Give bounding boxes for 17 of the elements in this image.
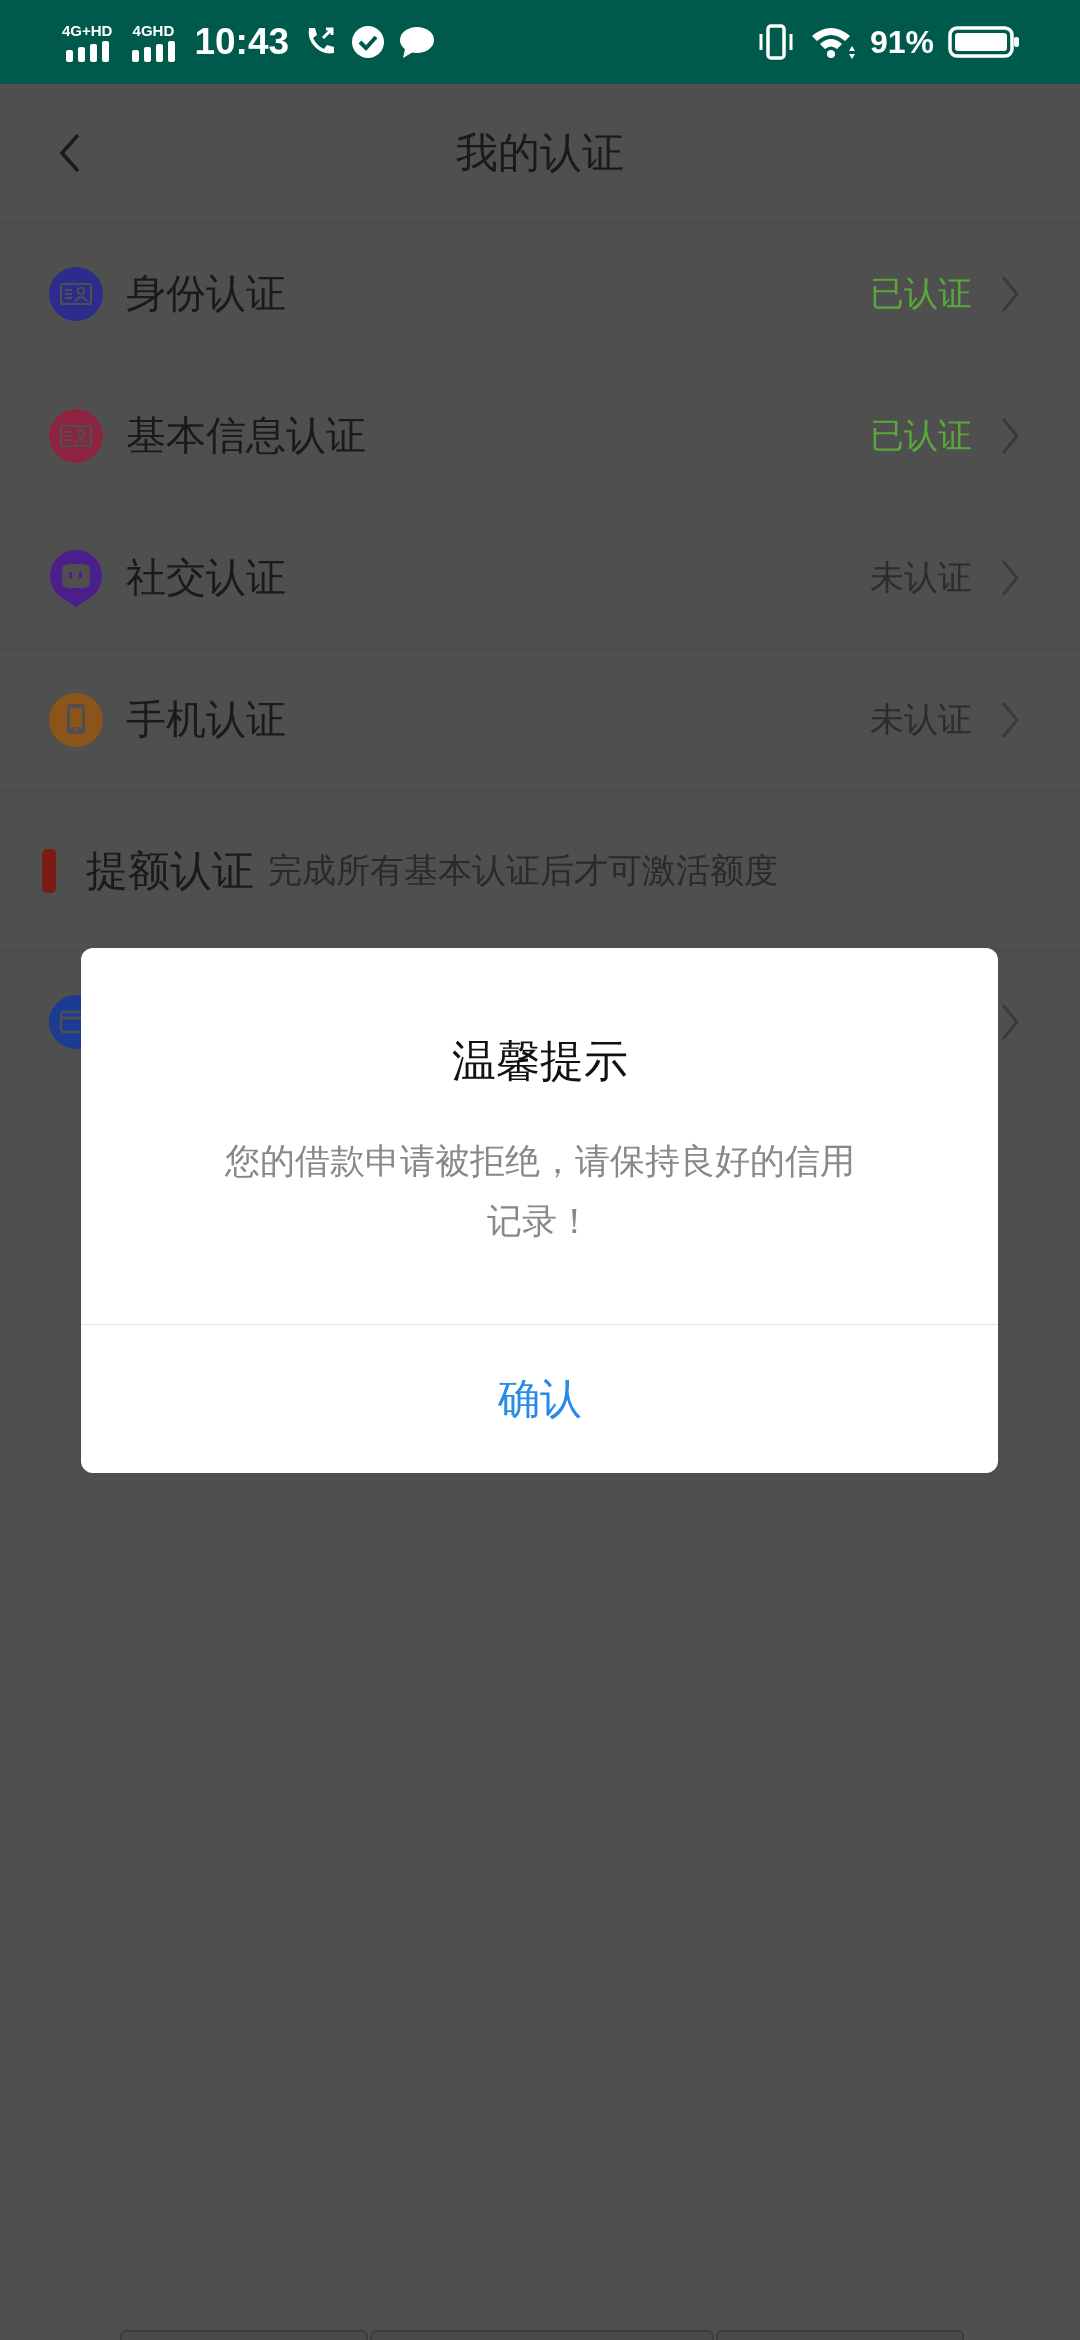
battery-icon xyxy=(948,26,1020,58)
network-label: 4GHD xyxy=(132,22,175,39)
message-icon xyxy=(399,25,436,59)
status-text: 已认证 xyxy=(870,413,972,457)
network-label: 4G+HD xyxy=(62,22,113,39)
signal-icon xyxy=(64,39,111,62)
signal-icon xyxy=(130,39,177,62)
clock-time: 10:43 xyxy=(194,21,290,63)
dialog-message: 您的借款申请被拒绝，请保持良好的信用记录！ xyxy=(223,1140,856,1243)
back-icon[interactable] xyxy=(58,133,82,173)
status-text: 已认证 xyxy=(870,271,972,315)
battery-percent: 91% xyxy=(869,23,934,61)
dialog-title: 温馨提示 xyxy=(451,1034,628,1088)
chat-pin-icon xyxy=(48,547,104,608)
section-marker xyxy=(42,848,56,893)
check-circle-icon xyxy=(351,25,386,59)
confirm-button[interactable]: 确认 xyxy=(467,1361,612,1437)
